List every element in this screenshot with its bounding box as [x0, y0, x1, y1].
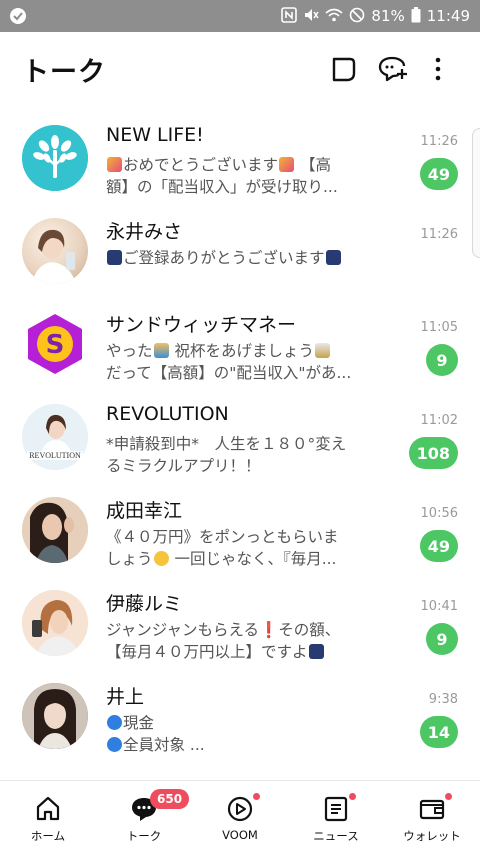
page-title: トーク [22, 57, 106, 88]
cocktail-icon [314, 343, 330, 358]
chat-name: NEW LIFE! [106, 124, 204, 146]
clock: 11:49 [426, 7, 470, 25]
chat-preview: ご登録ありがとうございます [106, 247, 366, 269]
avatar [22, 497, 88, 563]
chat-name: 伊藤ルミ [106, 593, 183, 615]
chat-name: REVOLUTION [106, 403, 229, 425]
wifi-icon [325, 7, 343, 26]
talk-count-badge: 650 [150, 789, 190, 809]
chat-preview: ジャンジャンもらえる❗その額、 【毎月４０万円以上】ですよ [106, 621, 341, 661]
chat-preview: おめでとうございます 【高 額】の「配当収入」が受け取り... [106, 156, 338, 196]
voom-icon [226, 793, 260, 823]
chat-row[interactable]: 成田幸江 《４０万円》をポンっともらいま しょう 一回じゃなく、『毎月... 1… [0, 484, 480, 577]
chat-list: NEW LIFE! おめでとうございます 【高 額】の「配当収入」が受け取り..… [0, 112, 480, 763]
header: トーク [0, 32, 480, 104]
chat-time: 9:38 [428, 692, 458, 707]
chat-name: 井上 [106, 686, 145, 708]
night-sky-icon [107, 250, 122, 265]
check-icon [10, 8, 26, 24]
chat-row[interactable]: 井上 現金 全員対象 ... 9:38 14 [0, 670, 480, 763]
avatar [22, 590, 88, 656]
battery-percent: 81% [371, 7, 405, 25]
chat-time: 10:41 [420, 599, 458, 614]
unread-badge: 9 [426, 344, 458, 376]
avatar [22, 683, 88, 749]
night-sky-icon [308, 644, 324, 659]
chat-time: 11:05 [420, 320, 458, 335]
bottom-nav: ホーム 650 トーク VOOM ニュース ウォレット [0, 780, 480, 854]
battery-icon [411, 6, 421, 26]
unread-badge: 49 [419, 158, 458, 190]
nav-label: VOOM [222, 828, 258, 842]
party-popper-icon [279, 157, 295, 172]
chat-time: 10:56 [420, 506, 458, 521]
night-sky-icon [325, 250, 341, 265]
unread-badge: 49 [419, 530, 458, 562]
blue-circle-icon [107, 715, 122, 730]
nav-label: トーク [126, 829, 162, 843]
mute-icon [303, 7, 320, 26]
chat-row[interactable]: S サンドウィッチマネー やった 祝杯をあげましょう だって【高額】の"配当収入… [0, 298, 480, 391]
chat-time: 11:26 [420, 134, 458, 149]
blue-circle-icon [107, 737, 122, 752]
more-icon[interactable] [430, 54, 446, 84]
nav-voom[interactable]: VOOM [192, 781, 288, 854]
chat-preview: *申請殺到中* 人生を１８０°変え るミラクルアプリ！！ [106, 435, 347, 475]
unread-badge: 108 [408, 437, 458, 469]
chat-row[interactable]: 永井みさ ご登録ありがとうございます 11:26 [0, 205, 480, 298]
svg-text:S: S [46, 330, 65, 360]
notification-dot [445, 793, 452, 800]
nav-label: ニュース [313, 829, 359, 843]
nfc-icon [281, 6, 298, 26]
unread-badge: 9 [426, 623, 458, 655]
wallet-icon [418, 793, 452, 823]
avatar [22, 218, 88, 284]
nav-label: ホーム [30, 829, 66, 843]
chat-preview: 現金 全員対象 ... [106, 712, 366, 756]
chat-row[interactable]: NEW LIFE! おめでとうございます 【高 額】の「配当収入」が受け取り..… [0, 112, 480, 205]
avatar [22, 125, 88, 191]
nav-news[interactable]: ニュース [288, 781, 384, 854]
status-indicators: 81% 11:49 [281, 0, 470, 32]
square-icon[interactable] [328, 54, 358, 84]
home-icon [34, 795, 62, 823]
no-signal-icon [349, 7, 365, 26]
notification-dot [253, 793, 260, 800]
avatar-caption: REVOLUTION [29, 451, 81, 460]
chat-name: 永井みさ [106, 221, 183, 243]
notification-dot [349, 793, 356, 800]
new-chat-icon[interactable] [378, 54, 408, 84]
nav-label: ウォレット [403, 829, 461, 843]
avatar: S [22, 311, 88, 377]
chat-preview: 《４０万円》をポンっともらいま しょう 一回じゃなく、『毎月... [106, 528, 339, 568]
news-icon [322, 793, 356, 823]
chat-time: 11:02 [420, 413, 458, 428]
nav-talk[interactable]: 650 トーク [96, 781, 192, 854]
chat-name: サンドウィッチマネー [106, 314, 297, 336]
nav-home[interactable]: ホーム [0, 781, 96, 854]
chat-row[interactable]: REVOLUTION REVOLUTION *申請殺到中* 人生を１８０°変え … [0, 391, 480, 484]
party-popper-icon [107, 157, 122, 172]
unread-badge: 14 [419, 716, 458, 748]
avatar: REVOLUTION [22, 404, 88, 470]
tree-logo-icon [22, 125, 88, 191]
chat-time: 11:26 [420, 227, 458, 242]
nav-wallet[interactable]: ウォレット [384, 781, 480, 854]
status-bar: 81% 11:49 [0, 0, 480, 32]
chat-preview: やった 祝杯をあげましょう だって【高額】の"配当収入"があ... [106, 342, 352, 382]
chat-row[interactable]: 伊藤ルミ ジャンジャンもらえる❗その額、 【毎月４０万円以上】ですよ 10:41… [0, 577, 480, 670]
ocean-wave-icon [153, 343, 169, 358]
fist-icon [153, 551, 169, 566]
chat-name: 成田幸江 [106, 500, 183, 522]
sandwich-money-logo-icon: S [28, 314, 82, 374]
